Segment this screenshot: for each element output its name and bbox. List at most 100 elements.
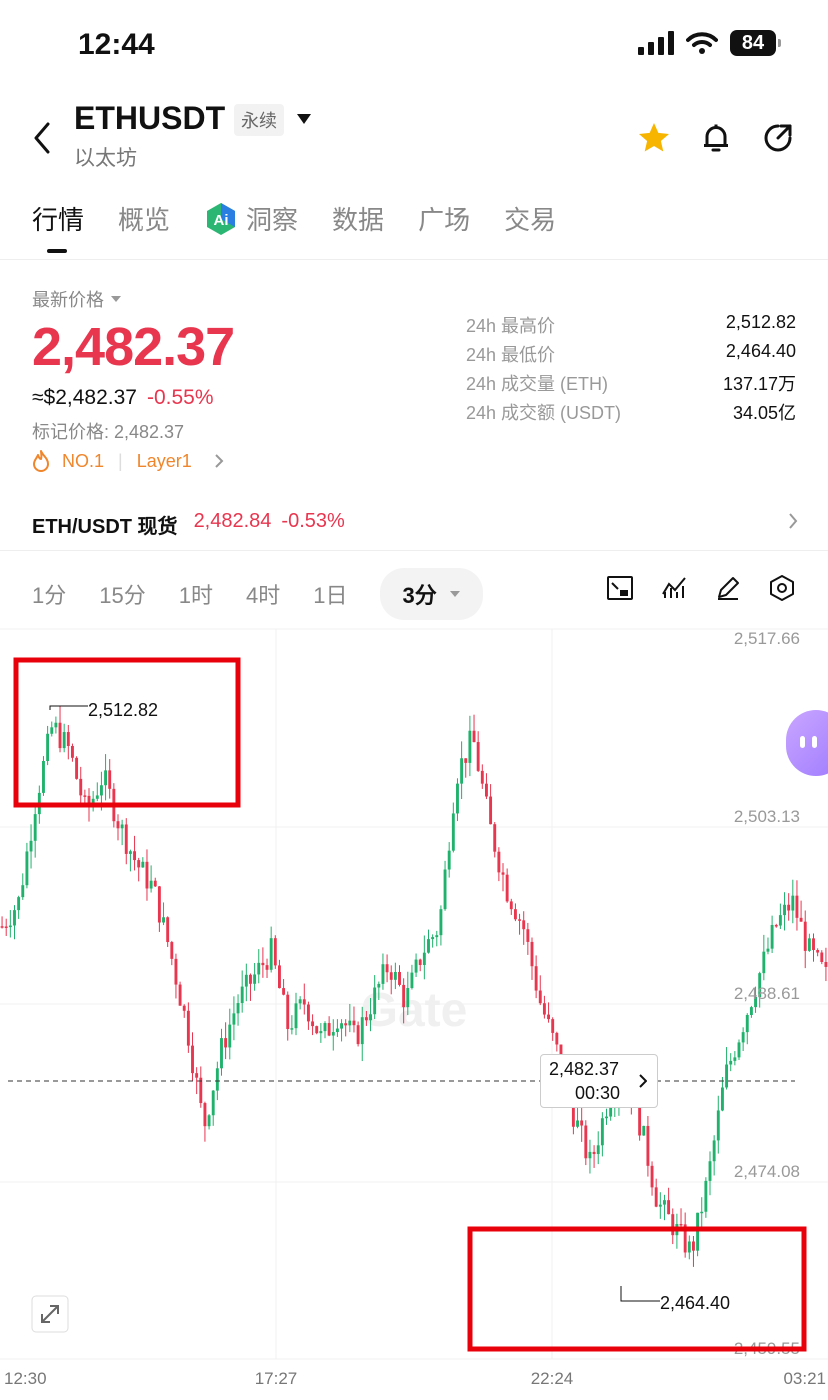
candle-body — [141, 861, 145, 868]
y-tick: 2,488.61 — [734, 984, 800, 1003]
latest-price-label[interactable]: 最新价格 — [32, 286, 122, 312]
tab-market[interactable]: 行情 — [32, 200, 84, 255]
tab-data[interactable]: 数据 — [332, 200, 384, 255]
timeframe-1d[interactable]: 1日 — [313, 578, 347, 610]
tab-overview[interactable]: 概览 — [118, 200, 170, 255]
candle-body — [319, 1031, 323, 1034]
share-icon[interactable] — [760, 120, 796, 156]
candle-body — [269, 938, 273, 970]
candle-body — [596, 1145, 600, 1155]
caret-down-icon — [111, 296, 121, 302]
usd-price: ≈$2,482.37 — [32, 386, 137, 409]
candle-body — [435, 935, 439, 938]
candle-body — [306, 1004, 310, 1022]
candle-body — [215, 1068, 219, 1091]
candle-body — [166, 917, 170, 943]
candle-body — [294, 1003, 298, 1029]
candle-body — [124, 824, 128, 854]
candle-body — [414, 959, 418, 973]
chevron-right-icon — [639, 1074, 647, 1088]
candle-body — [812, 938, 815, 951]
x-tick: 12:30 — [4, 1369, 47, 1388]
candle-body — [803, 921, 807, 951]
timeframe-15m[interactable]: 15分 — [99, 578, 145, 610]
candle-body — [42, 761, 45, 793]
candle-body — [762, 951, 766, 974]
tab-square[interactable]: 广场 — [418, 200, 470, 255]
candle-body — [584, 1125, 588, 1159]
candle-body — [824, 962, 828, 967]
candle-body — [83, 795, 87, 797]
bell-icon[interactable] — [698, 120, 734, 156]
tag-separator: | — [118, 450, 123, 471]
candle-body — [348, 1020, 352, 1026]
candle-body — [687, 1241, 691, 1253]
candle-body — [153, 880, 157, 887]
candle-body — [186, 1010, 190, 1046]
chart-type-icon[interactable] — [606, 574, 634, 602]
wifi-icon — [686, 32, 718, 54]
candle-body — [128, 851, 132, 854]
gate-watermark: Gate — [361, 984, 468, 1037]
candle-body — [406, 988, 410, 1008]
candle-body — [716, 1110, 720, 1141]
indicators-icon[interactable] — [660, 574, 688, 602]
candle-body — [99, 785, 103, 796]
price-chart[interactable]: Gate 2,517.66 2,503.13 2,488.61 2,474.08… — [0, 626, 828, 1400]
signal-icon — [638, 31, 674, 55]
candle-body — [720, 1087, 724, 1111]
candle-body — [791, 895, 795, 911]
ai-icon: Ai — [207, 202, 236, 235]
x-tick: 22:24 — [531, 1369, 574, 1388]
battery-indicator: 84 — [730, 30, 781, 56]
candle-body — [774, 924, 778, 927]
spot-row[interactable]: ETH/USDT 现货 2,482.84 -0.53% — [32, 510, 798, 539]
candle-body — [480, 770, 484, 784]
candle-body — [526, 929, 530, 942]
symbol-title[interactable]: ETHUSDT — [74, 100, 225, 137]
highlight-box-high — [13, 657, 241, 808]
candle-body — [286, 994, 290, 1030]
symbol-dropdown-icon[interactable] — [296, 113, 312, 125]
candle-body — [530, 941, 534, 967]
svg-text:Ai: Ai — [214, 212, 229, 229]
candle-body — [133, 851, 136, 861]
candle-body — [538, 990, 542, 1004]
candle-body — [679, 1223, 683, 1226]
candle-body — [509, 901, 513, 910]
candle-body — [228, 1024, 232, 1048]
candle-body — [0, 926, 4, 928]
candle-body — [170, 942, 174, 959]
rank-tags[interactable]: NO.1 | Layer1 — [32, 450, 224, 472]
settings-hex-icon[interactable] — [768, 574, 796, 602]
spot-price: 2,482.84 — [193, 510, 272, 532]
candle-body — [667, 1200, 671, 1215]
timeframe-selected[interactable]: 3分 — [380, 568, 483, 620]
timeframe-1m[interactable]: 1分 — [32, 578, 66, 610]
candle-body — [25, 851, 29, 886]
candle-body — [261, 962, 265, 966]
assistant-eye — [812, 736, 817, 748]
candle-body — [580, 1120, 584, 1126]
timeframe-1h[interactable]: 1时 — [179, 578, 213, 610]
candle-body — [799, 917, 803, 922]
candle-body — [232, 1013, 236, 1025]
candle-body — [220, 1038, 223, 1069]
current-price-tooltip[interactable]: 2,482.37 00:30 — [540, 1054, 658, 1108]
candle-body — [418, 959, 422, 965]
timeframe-4h[interactable]: 4时 — [246, 578, 280, 610]
y-tick: 2,474.08 — [734, 1162, 800, 1181]
candle-body — [207, 1115, 211, 1127]
candle-body — [157, 886, 161, 923]
back-arrow-icon[interactable] — [32, 122, 52, 154]
tab-insight[interactable]: Ai 洞察 — [204, 200, 298, 255]
favorite-star-icon[interactable] — [636, 120, 672, 156]
candle-body — [654, 1187, 658, 1207]
candle-body — [778, 915, 782, 926]
candle-body — [71, 745, 74, 758]
candle-body — [460, 758, 464, 784]
candle-body — [402, 984, 406, 1008]
candle-body — [787, 904, 791, 911]
tab-trade[interactable]: 交易 — [504, 200, 556, 255]
draw-pen-icon[interactable] — [714, 574, 742, 602]
